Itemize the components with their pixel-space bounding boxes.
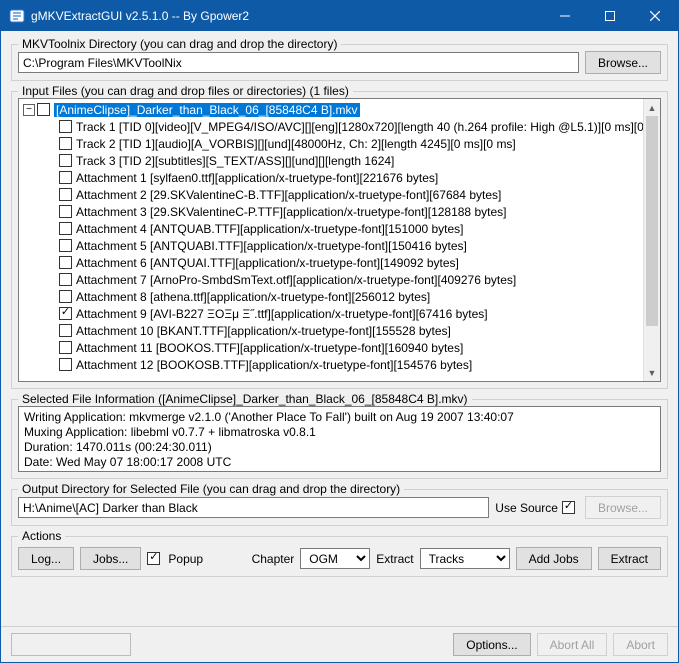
tree-item[interactable]: Track 2 [TID 1][audio][A_VORBIS][][und][… — [19, 135, 643, 152]
titlebar: gMKVExtractGUI v2.5.1.0 -- By Gpower2 — [1, 1, 678, 31]
item-label: Attachment 11 [BOOKOS.TTF][application/x… — [76, 341, 463, 355]
use-source-label[interactable]: Use Source — [495, 501, 579, 515]
status-bar: Options... Abort All Abort — [1, 626, 678, 662]
extract-button[interactable]: Extract — [598, 547, 661, 570]
tree-item[interactable]: Track 3 [TID 2][subtitles][S_TEXT/ASS][]… — [19, 152, 643, 169]
actions-group: Actions Log... Jobs... Popup Chapter OGM… — [11, 536, 668, 577]
close-button[interactable] — [632, 1, 678, 31]
item-checkbox[interactable] — [59, 137, 72, 150]
root-checkbox[interactable] — [37, 103, 50, 116]
item-checkbox[interactable] — [59, 290, 72, 303]
tree-item[interactable]: Attachment 12 [BOOKOSB.TTF][application/… — [19, 356, 643, 373]
item-label: Attachment 9 [AVI-B227 ΞΟΞμ Ξ˝.ttf][appl… — [76, 307, 488, 321]
item-label: Attachment 2 [29.SKValentineC-B.TTF][app… — [76, 188, 501, 202]
mkvtoolnix-dir-group: MKVToolnix Directory (you can drag and d… — [11, 44, 668, 81]
output-dir-input[interactable] — [18, 497, 489, 518]
item-label: Track 1 [TID 0][video][V_MPEG4/ISO/AVC][… — [76, 120, 643, 134]
file-info-text: Writing Application: mkvmerge v2.1.0 ('A… — [18, 406, 661, 472]
item-checkbox[interactable] — [59, 205, 72, 218]
popup-checkbox[interactable] — [147, 552, 160, 565]
selected-file-info-group: Selected File Information ([AnimeClipse]… — [11, 399, 668, 479]
options-button[interactable]: Options... — [453, 633, 530, 656]
tree-item[interactable]: Attachment 1 [sylfaen0.ttf][application/… — [19, 169, 643, 186]
scroll-up-icon[interactable]: ▲ — [644, 99, 660, 116]
tree-scrollbar[interactable]: ▲ ▼ — [643, 99, 660, 381]
tree-item[interactable]: Attachment 10 [BKANT.TTF][application/x-… — [19, 322, 643, 339]
extract-mode-label: Extract — [376, 552, 413, 566]
minimize-button[interactable] — [542, 1, 587, 31]
item-label: Attachment 7 [ArnoPro-SmbdSmText.otf][ap… — [76, 273, 516, 287]
browse-mkvtoolnix-button[interactable]: Browse... — [585, 51, 661, 74]
popup-label[interactable]: Popup — [147, 552, 203, 566]
item-label: Attachment 4 [ANTQUAB.TTF][application/x… — [76, 222, 464, 236]
item-checkbox[interactable] — [59, 154, 72, 167]
abort-all-button: Abort All — [537, 633, 608, 656]
file-tree[interactable]: − [AnimeClipse]_Darker_than_Black_06_[858… — [18, 98, 661, 382]
tree-item[interactable]: Attachment 9 [AVI-B227 ΞΟΞμ Ξ˝.ttf][appl… — [19, 305, 643, 322]
jobs-button[interactable]: Jobs... — [80, 547, 141, 570]
tree-item[interactable]: Attachment 2 [29.SKValentineC-B.TTF][app… — [19, 186, 643, 203]
mkvtoolnix-dir-input[interactable] — [18, 52, 579, 73]
status-slot — [11, 633, 131, 656]
collapse-icon[interactable]: − — [23, 104, 35, 116]
item-checkbox[interactable] — [59, 256, 72, 269]
item-label: Attachment 8 [athena.ttf][application/x-… — [76, 290, 430, 304]
item-checkbox[interactable] — [59, 120, 72, 133]
extract-mode-select[interactable]: Tracks — [420, 548, 510, 569]
app-icon — [9, 8, 25, 24]
log-button[interactable]: Log... — [18, 547, 74, 570]
item-checkbox[interactable] — [59, 171, 72, 184]
item-checkbox[interactable] — [59, 307, 72, 320]
item-label: Track 2 [TID 1][audio][A_VORBIS][][und][… — [76, 137, 516, 151]
tree-item[interactable]: Attachment 11 [BOOKOS.TTF][application/x… — [19, 339, 643, 356]
add-jobs-button[interactable]: Add Jobs — [516, 547, 592, 570]
item-label: Attachment 12 [BOOKOSB.TTF][application/… — [76, 358, 472, 372]
input-files-group: Input Files (you can drag and drop files… — [11, 91, 668, 389]
tree-item[interactable]: Track 1 [TID 0][video][V_MPEG4/ISO/AVC][… — [19, 118, 643, 135]
item-checkbox[interactable] — [59, 188, 72, 201]
item-checkbox[interactable] — [59, 222, 72, 235]
item-label: Attachment 3 [29.SKValentineC-P.TTF][app… — [76, 205, 506, 219]
item-checkbox[interactable] — [59, 239, 72, 252]
tree-item[interactable]: Attachment 3 [29.SKValentineC-P.TTF][app… — [19, 203, 643, 220]
item-checkbox[interactable] — [59, 324, 72, 337]
item-checkbox[interactable] — [59, 358, 72, 371]
item-checkbox[interactable] — [59, 273, 72, 286]
tree-item[interactable]: Attachment 4 [ANTQUAB.TTF][application/x… — [19, 220, 643, 237]
scroll-down-icon[interactable]: ▼ — [644, 364, 660, 381]
item-label: Attachment 6 [ANTQUAI.TTF][application/x… — [76, 256, 459, 270]
item-label: Attachment 1 [sylfaen0.ttf][application/… — [76, 171, 438, 185]
abort-button: Abort — [613, 633, 668, 656]
chapter-select[interactable]: OGM — [300, 548, 370, 569]
tree-item[interactable]: Attachment 6 [ANTQUAI.TTF][application/x… — [19, 254, 643, 271]
chapter-label: Chapter — [252, 552, 295, 566]
item-label: Attachment 5 [ANTQUABI.TTF][application/… — [76, 239, 467, 253]
use-source-checkbox[interactable] — [562, 501, 575, 514]
app-window: gMKVExtractGUI v2.5.1.0 -- By Gpower2 MK… — [0, 0, 679, 663]
item-checkbox[interactable] — [59, 341, 72, 354]
root-file-label[interactable]: [AnimeClipse]_Darker_than_Black_06_[8584… — [54, 103, 360, 117]
browse-output-button: Browse... — [585, 496, 661, 519]
window-title: gMKVExtractGUI v2.5.1.0 -- By Gpower2 — [31, 9, 542, 23]
tree-item[interactable]: Attachment 7 [ArnoPro-SmbdSmText.otf][ap… — [19, 271, 643, 288]
maximize-button[interactable] — [587, 1, 632, 31]
tree-item[interactable]: Attachment 8 [athena.ttf][application/x-… — [19, 288, 643, 305]
output-dir-group: Output Directory for Selected File (you … — [11, 489, 668, 526]
item-label: Attachment 10 [BKANT.TTF][application/x-… — [76, 324, 451, 338]
scroll-thumb[interactable] — [646, 116, 658, 326]
tree-item[interactable]: Attachment 5 [ANTQUABI.TTF][application/… — [19, 237, 643, 254]
item-label: Track 3 [TID 2][subtitles][S_TEXT/ASS][]… — [76, 154, 394, 168]
